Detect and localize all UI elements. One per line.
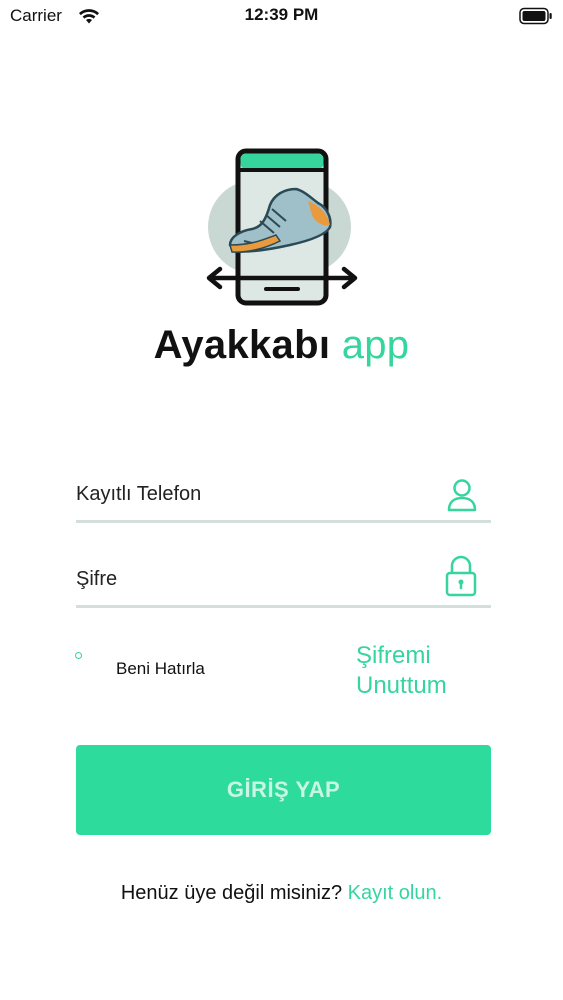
status-time: 12:39 PM bbox=[244, 5, 319, 24]
forgot-password-link[interactable]: Şifremi Unuttum bbox=[356, 641, 486, 701]
login-button[interactable]: GİRİŞ YAP bbox=[76, 745, 491, 835]
signup-link[interactable]: Kayıt olun. bbox=[348, 882, 443, 904]
app-title-accent: app bbox=[341, 323, 410, 367]
password-field bbox=[76, 555, 491, 608]
user-icon bbox=[447, 479, 477, 512]
signup-row: Henüz üye değil misiniz? Kayıt olun. bbox=[0, 882, 563, 905]
app-title: Ayakkabı app bbox=[0, 323, 563, 368]
remember-me-radio[interactable] bbox=[75, 652, 82, 659]
battery-icon bbox=[519, 7, 552, 25]
app-title-main: Ayakkabı bbox=[153, 323, 331, 367]
remember-me-label[interactable]: Beni Hatırla bbox=[116, 659, 205, 679]
status-bar: Carrier 12:39 PM bbox=[0, 0, 563, 34]
shoe-phone-logo-icon bbox=[206, 148, 358, 306]
phone-input[interactable] bbox=[76, 470, 436, 518]
password-input[interactable] bbox=[76, 555, 436, 603]
phone-field bbox=[76, 470, 491, 523]
lock-icon bbox=[445, 555, 477, 597]
signup-prompt: Henüz üye değil misiniz? bbox=[120, 882, 343, 904]
